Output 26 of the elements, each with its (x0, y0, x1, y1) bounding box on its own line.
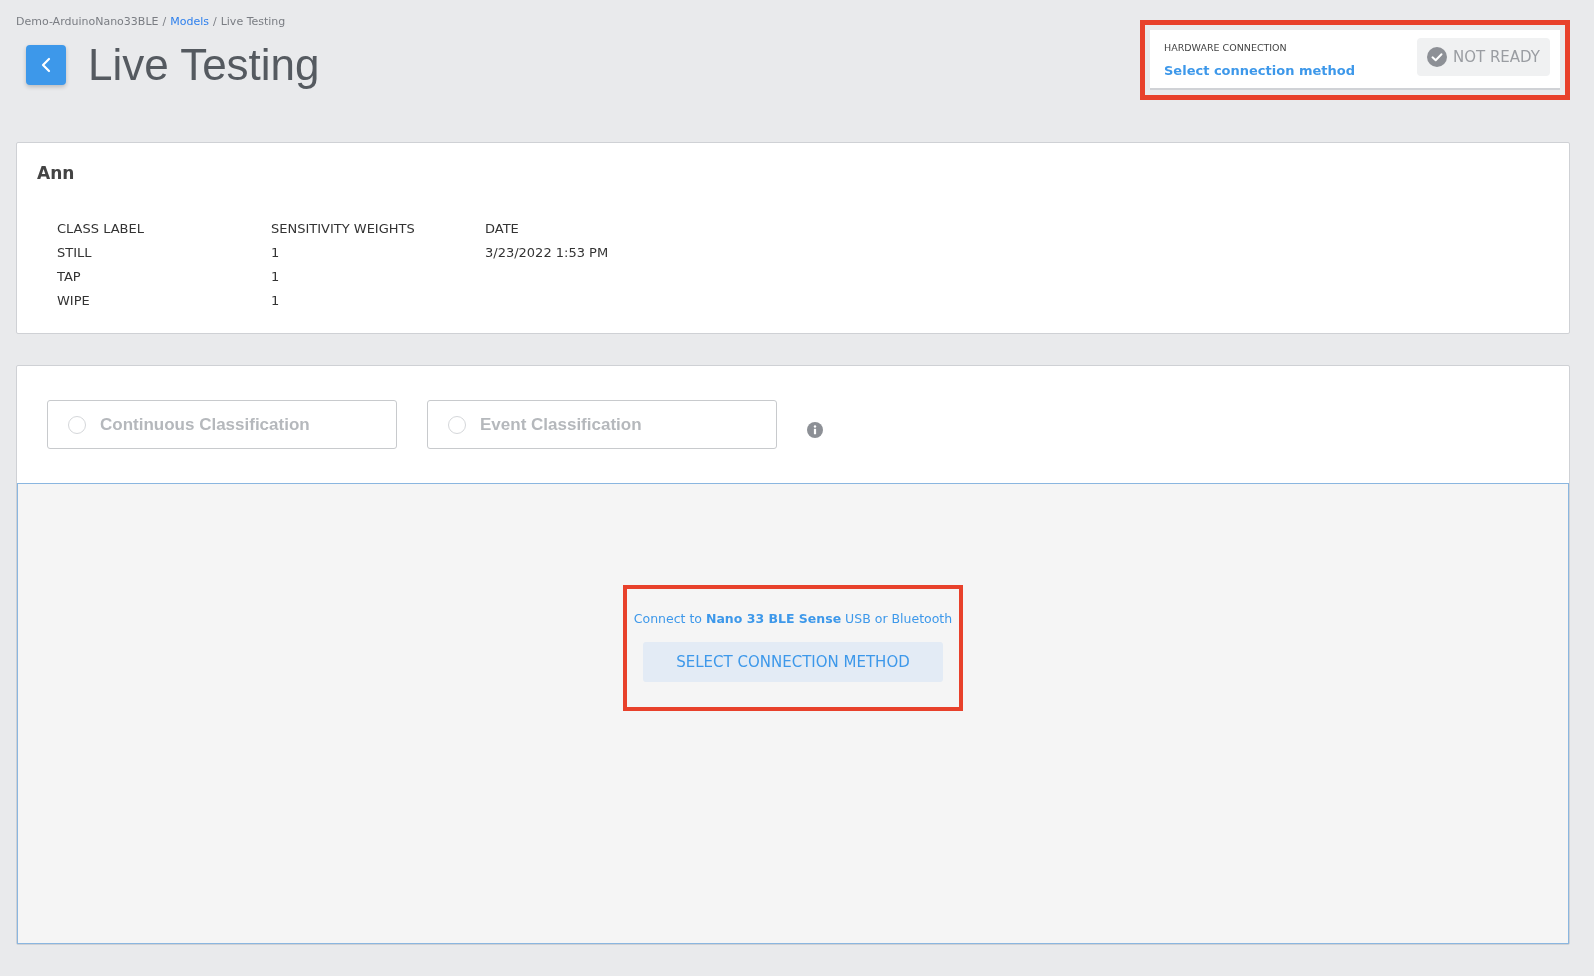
model-name: Ann (37, 163, 76, 183)
breadcrumb-item: Demo-ArduinoNano33BLE (16, 15, 159, 28)
status-text: NOT READY (1453, 48, 1540, 66)
breadcrumb-separator: / (162, 15, 167, 28)
table-cell: 3/23/2022 1:53 PM (485, 244, 609, 260)
table-cell: 1 (271, 244, 280, 260)
info-icon[interactable] (807, 421, 823, 438)
table-cell: STILL (57, 244, 92, 260)
breadcrumb-separator: / (212, 15, 217, 28)
select-connection-link[interactable]: Select connection method (1164, 63, 1356, 78)
breadcrumb-link[interactable]: Models (170, 15, 209, 28)
page-title: Live Testing (88, 40, 320, 90)
chevron-left-icon (41, 57, 51, 73)
select-connection-button[interactable]: SELECT CONNECTION METHOD (643, 642, 943, 682)
table-cell: 1 (271, 268, 280, 284)
hardware-connection-heading: HARDWARE CONNECTION (1164, 42, 1288, 53)
back-button[interactable] (26, 45, 66, 85)
column-header: SENSITIVITY WEIGHTS (271, 220, 416, 238)
connect-message: Connect to Nano 33 BLE Sense USB or Bluetooth (633, 611, 953, 626)
table-cell: TAP (57, 268, 81, 284)
table-cell: WIPE (57, 292, 90, 308)
check-circle-icon (1427, 47, 1447, 67)
column-header: CLASS LABEL (57, 217, 271, 240)
table-cell: 1 (271, 292, 280, 308)
column-header: DATE (485, 220, 520, 238)
breadcrumb-item: Live Testing (220, 15, 286, 28)
